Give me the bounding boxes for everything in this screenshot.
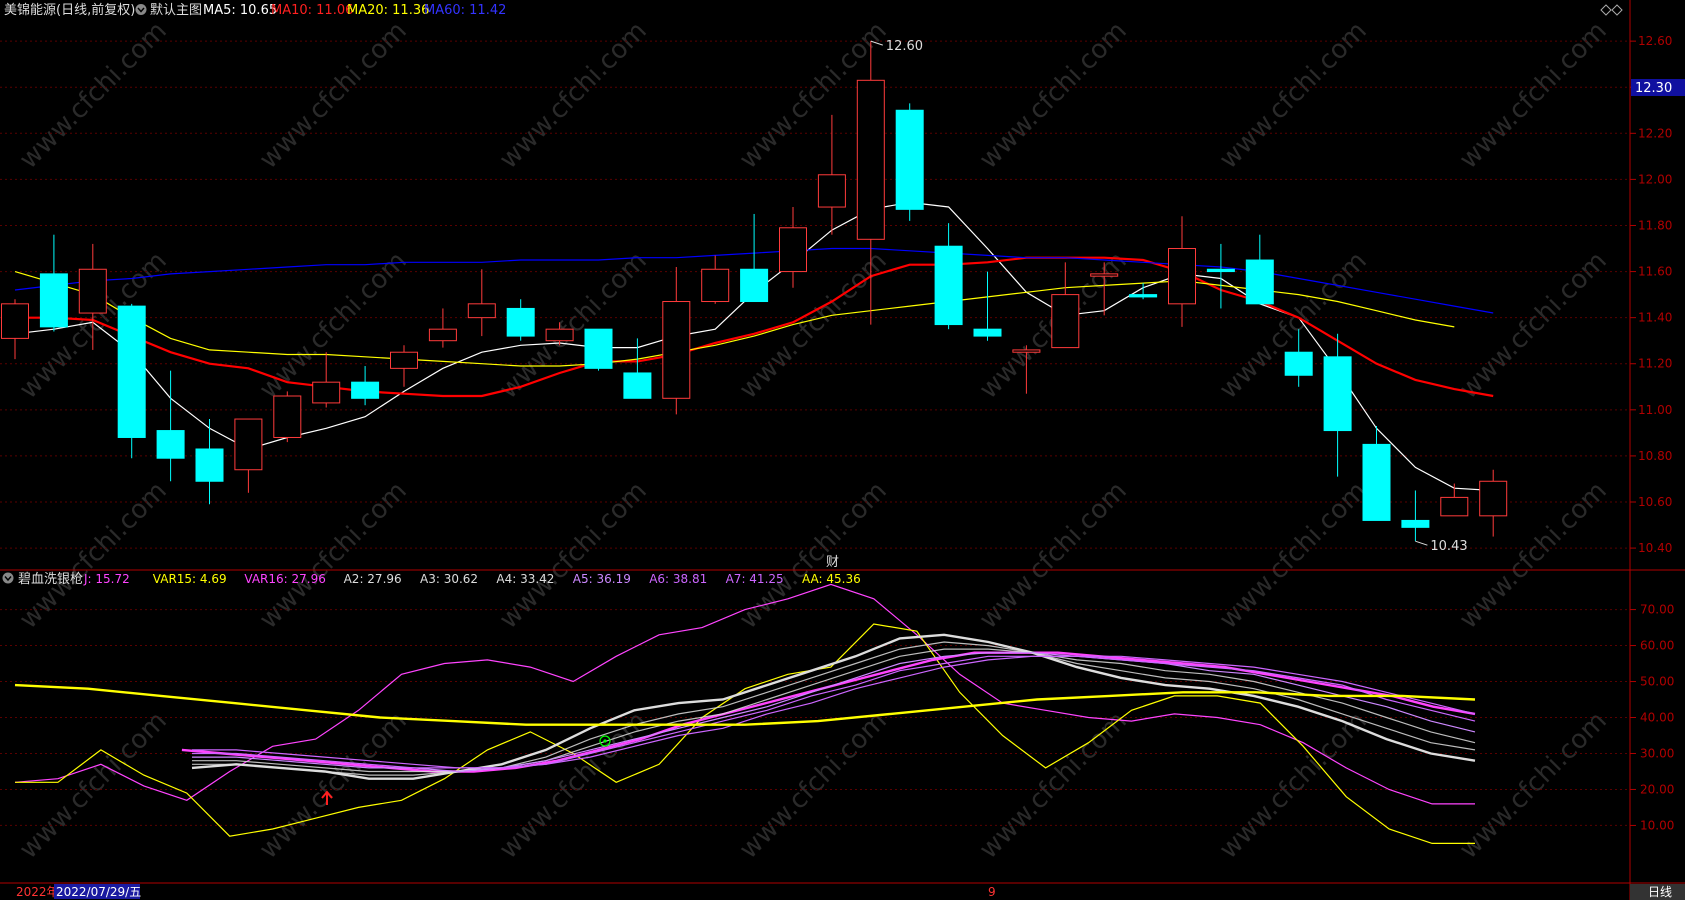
price-tick-label: 10.60: [1638, 495, 1672, 509]
price-tick-label: 11.40: [1638, 311, 1672, 325]
candle-body-down: [973, 328, 1002, 337]
high-price-label: 12.60: [886, 39, 923, 54]
indicator-value: A4: 33.42: [496, 572, 554, 586]
indicator-value: A5: 36.19: [573, 572, 631, 586]
candle-body-down: [1206, 268, 1235, 273]
candle-body-down: [506, 307, 535, 337]
candle-body-up: [779, 227, 807, 273]
candle[interactable]: [584, 328, 613, 371]
candle-body-down: [1362, 443, 1391, 521]
candle-body-down: [740, 268, 769, 303]
candle-body-up: [312, 381, 341, 404]
candle-body-up: [1012, 349, 1041, 353]
candle-body-up: [1090, 273, 1119, 277]
current-price-tag: 12.30: [1635, 81, 1672, 96]
candle[interactable]: [273, 391, 302, 443]
indicator-value: AA: 45.36: [802, 572, 861, 586]
price-tick-label: 10.40: [1638, 541, 1672, 555]
indicator-dropdown-icon[interactable]: [2, 572, 14, 584]
price-tick-label: 12.00: [1638, 172, 1672, 186]
indicator-tick-label: 70.00: [1640, 603, 1674, 617]
price-tick-label: 12.20: [1638, 126, 1672, 140]
price-tick-label: 11.00: [1638, 403, 1672, 417]
candle-body-down: [1284, 351, 1313, 376]
candle-body-up: [428, 328, 457, 342]
indicator-value: VAR16: 27.96: [244, 572, 325, 586]
indicator-tick-label: 10.00: [1640, 818, 1674, 832]
stock-title: 美锦能源(日线,前复权): [4, 2, 135, 18]
indicator-value: J: 15.72: [83, 572, 130, 586]
candle-body-up: [856, 79, 885, 240]
stock-chart[interactable]: www.cfchi.com www.cfchi.com www.cfchi.com w…: [0, 0, 1685, 900]
candle-body-down: [1245, 259, 1274, 305]
price-tick-label: 11.80: [1638, 218, 1672, 232]
candle-body-down: [584, 328, 613, 369]
indicator-title[interactable]: 碧血洗银枪: [18, 571, 83, 587]
candle-body-up: [701, 268, 730, 303]
ma10-value: MA10: 11.06: [271, 3, 353, 18]
candle-body-down: [934, 245, 963, 326]
candle-body-up: [1168, 248, 1196, 305]
price-tick-label: 12.60: [1638, 34, 1672, 48]
indicator-value: A3: 30.62: [420, 572, 478, 586]
price-tick-label: 10.80: [1638, 449, 1672, 463]
candle-body-down: [623, 372, 652, 399]
candle-body-down: [117, 305, 146, 438]
candle[interactable]: [117, 303, 146, 459]
indicator-value: A6: 38.81: [649, 572, 707, 586]
candle-body-down: [195, 448, 224, 482]
price-tick-label: 11.60: [1638, 265, 1672, 279]
month-marker: 9: [988, 885, 996, 899]
candle-body-down: [1323, 356, 1352, 432]
candle-body-up: [817, 174, 846, 208]
low-price-label: 10.43: [1430, 539, 1467, 554]
indicator-value: VAR15: 4.69: [153, 572, 227, 586]
ma5-value: MA5: 10.65: [203, 3, 277, 18]
candle-body-up: [1479, 480, 1508, 517]
candle[interactable]: [895, 103, 924, 221]
candle-body-down: [351, 381, 380, 399]
candle-body-up: [1, 303, 29, 339]
cursor-date: 2022/07/29/五: [56, 885, 141, 899]
template-label[interactable]: 默认主图: [150, 2, 202, 18]
ma60-value: MA60: 11.42: [424, 3, 506, 18]
indicator-value: A7: 41.25: [726, 572, 784, 586]
candle-body-up: [662, 301, 691, 399]
year-label: 2022年: [16, 885, 59, 899]
indicator-tick-label: 20.00: [1640, 782, 1674, 796]
candle-body-down: [895, 109, 924, 210]
finance-marker[interactable]: 财: [826, 555, 839, 570]
indicator-tick-label: 30.00: [1640, 746, 1674, 760]
candle-body-up: [234, 418, 263, 471]
price-tick-label: 11.20: [1638, 357, 1672, 371]
candle-body-up: [1051, 294, 1080, 349]
template-dropdown-icon[interactable]: [135, 4, 147, 15]
indicator-tick-label: 40.00: [1640, 711, 1674, 725]
indicator-tick-label: 60.00: [1640, 639, 1674, 653]
candle-body-up: [78, 268, 107, 314]
indicator-tick-label: 50.00: [1640, 675, 1674, 689]
ma20-value: MA20: 11.36: [347, 3, 429, 18]
candle-body-up: [545, 328, 574, 342]
indicator-value: A2: 27.96: [344, 572, 402, 586]
candle-body-up: [390, 351, 418, 369]
candle-body-up: [1440, 496, 1469, 517]
candle-body-up: [273, 395, 302, 438]
candle-body-down: [156, 430, 185, 459]
period-label[interactable]: 日线: [1648, 885, 1672, 899]
candle-body-down: [1129, 294, 1158, 298]
candle-body-down: [39, 273, 68, 328]
candle-body-down: [1401, 519, 1430, 528]
candle-body-up: [467, 303, 496, 319]
